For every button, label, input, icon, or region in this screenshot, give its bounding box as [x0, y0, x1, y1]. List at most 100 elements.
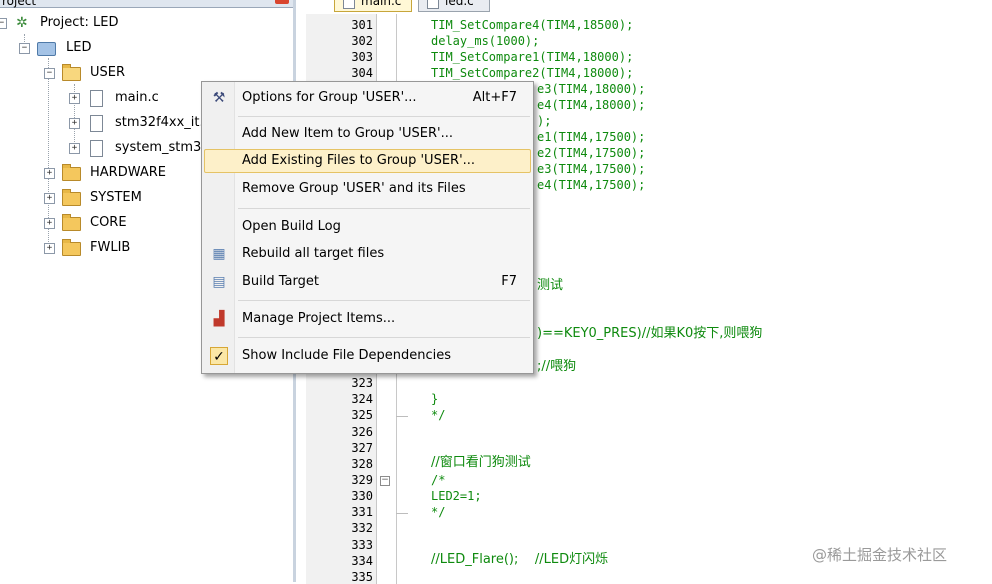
expand-icon[interactable]: + — [44, 243, 55, 254]
expand-icon[interactable]: + — [44, 168, 55, 179]
code-line[interactable]: LED2=1; — [431, 490, 482, 502]
menu-item-label: Open Build Log — [242, 219, 341, 234]
expand-icon[interactable]: + — [69, 143, 80, 154]
menu-item-label: Options for Group 'USER'... — [242, 90, 417, 105]
tree-item-label: FWLIB — [90, 240, 131, 255]
collapse-icon[interactable]: − — [0, 18, 7, 29]
folder-icon — [62, 214, 81, 231]
line-number: 302 — [351, 34, 373, 48]
tree-item-label: Project: LED — [40, 15, 119, 30]
code-line[interactable]: e3(TIM4,17500); — [537, 163, 645, 175]
menu-item-label: Add New Item to Group 'USER'... — [242, 126, 453, 141]
code-line[interactable]: e4(TIM4,18000); — [537, 99, 645, 111]
line-number: 324 — [351, 392, 373, 406]
file-icon — [427, 0, 439, 9]
tree-item-label: LED — [66, 40, 92, 55]
fold-tick — [396, 513, 408, 514]
menu-item-label: Manage Project Items... — [242, 311, 396, 326]
tree-item-label: HARDWARE — [90, 165, 166, 180]
expand-icon[interactable]: + — [44, 193, 55, 204]
close-icon[interactable] — [275, 0, 289, 4]
file-icon — [90, 115, 103, 132]
expand-icon[interactable]: + — [44, 218, 55, 229]
rebuild-icon: ▦ — [212, 246, 226, 262]
menu-item-label: Add Existing Files to Group 'USER'... — [242, 153, 476, 168]
expand-icon[interactable]: + — [69, 93, 80, 104]
line-number: 333 — [351, 538, 373, 552]
tab-led-c[interactable]: led.c — [418, 0, 490, 12]
project-icon: ✲ — [16, 15, 28, 31]
folder-icon — [62, 164, 81, 181]
tab-label: led.c — [445, 0, 474, 8]
code-line[interactable]: e2(TIM4,17500); — [537, 147, 645, 159]
menu-item-label: Remove Group 'USER' and its Files — [242, 181, 466, 196]
menu-separator — [238, 116, 530, 117]
code-line[interactable]: 测试 — [537, 279, 563, 292]
line-number: 326 — [351, 425, 373, 439]
project-pane-header: roject — [0, 0, 293, 8]
collapse-icon[interactable]: − — [44, 68, 55, 79]
menu-separator — [238, 337, 530, 338]
menu-item-remove-group[interactable]: Remove Group 'USER' and its Files — [204, 177, 531, 201]
tree-item-label: SYSTEM — [90, 190, 142, 205]
tree-item-label: CORE — [90, 215, 127, 230]
line-number: 330 — [351, 489, 373, 503]
menu-item-label: Build Target — [242, 274, 319, 289]
menu-item-shortcut: F7 — [501, 274, 517, 289]
menu-separator — [238, 300, 530, 301]
code-line[interactable]: /* — [431, 474, 445, 486]
code-line[interactable]: ); — [537, 115, 551, 127]
code-line[interactable]: e1(TIM4,17500); — [537, 131, 645, 143]
manage-items-icon: ▟ — [213, 311, 225, 327]
menu-item-manage-project-items[interactable]: ▟ Manage Project Items... — [204, 307, 531, 331]
code-line[interactable]: e4(TIM4,17500); — [537, 179, 645, 191]
expand-icon[interactable]: + — [69, 118, 80, 129]
line-number: 327 — [351, 441, 373, 455]
menu-item-add-new-item[interactable]: Add New Item to Group 'USER'... — [204, 122, 531, 146]
code-line[interactable]: delay_ms(1000); — [431, 35, 539, 47]
collapse-icon[interactable]: − — [19, 43, 30, 54]
menu-item-add-existing-files[interactable]: Add Existing Files to Group 'USER'... — [204, 149, 531, 173]
menu-item-options-for-group[interactable]: ⚒ Options for Group 'USER'... Alt+F7 — [204, 86, 531, 110]
folder-icon — [62, 189, 81, 206]
tab-main-c[interactable]: main.c — [334, 0, 412, 12]
line-number: 325 — [351, 408, 373, 422]
tree-item-label: stm32f4xx_it. — [115, 115, 204, 130]
line-number: 323 — [351, 376, 373, 390]
tree-item-project[interactable]: − ✲ Project: LED — [0, 12, 290, 34]
options-icon: ⚒ — [212, 90, 226, 106]
menu-item-shortcut: Alt+F7 — [472, 90, 517, 105]
line-number: 335 — [351, 570, 373, 584]
tree-item-label: main.c — [115, 90, 159, 105]
tab-label: main.c — [361, 0, 402, 8]
code-line[interactable]: //LED_Flare(); //LED灯闪烁 — [431, 553, 608, 566]
line-number: 328 — [351, 457, 373, 471]
menu-item-rebuild-all[interactable]: ▦ Rebuild all target files — [204, 242, 531, 266]
file-icon — [90, 140, 103, 157]
menu-item-show-include-deps[interactable]: ✓ Show Include File Dependencies — [204, 344, 531, 368]
code-line[interactable]: */ — [431, 506, 445, 518]
code-line[interactable]: )==KEY0_PRES)//如果K0按下,则喂狗 — [537, 327, 762, 340]
menu-item-build-target[interactable]: ▤ Build Target F7 — [204, 270, 531, 294]
tree-item-target-led[interactable]: − LED — [0, 37, 290, 59]
code-line[interactable]: } — [431, 393, 438, 405]
check-icon: ✓ — [210, 347, 228, 365]
watermark: @稀土掘金技术社区 — [812, 546, 948, 564]
folder-icon — [62, 239, 81, 256]
menu-item-open-build-log[interactable]: Open Build Log — [204, 215, 531, 239]
code-line[interactable]: TIM_SetCompare1(TIM4,18000); — [431, 51, 633, 63]
code-line[interactable]: */ — [431, 409, 445, 421]
line-number: 303 — [351, 50, 373, 64]
line-number: 332 — [351, 521, 373, 535]
fold-collapse-icon[interactable]: − — [380, 476, 390, 486]
code-line[interactable]: e3(TIM4,18000); — [537, 83, 645, 95]
code-line[interactable]: TIM_SetCompare2(TIM4,18000); — [431, 67, 633, 79]
line-number: 304 — [351, 66, 373, 80]
fold-tick — [396, 416, 408, 417]
code-line[interactable]: ;//喂狗 — [537, 360, 576, 373]
tree-item-label: USER — [90, 65, 126, 80]
menu-item-label: Rebuild all target files — [242, 246, 385, 261]
line-number: 334 — [351, 554, 373, 568]
code-line[interactable]: TIM_SetCompare4(TIM4,18500); — [431, 19, 633, 31]
code-line[interactable]: //窗口看门狗测试 — [431, 456, 531, 469]
